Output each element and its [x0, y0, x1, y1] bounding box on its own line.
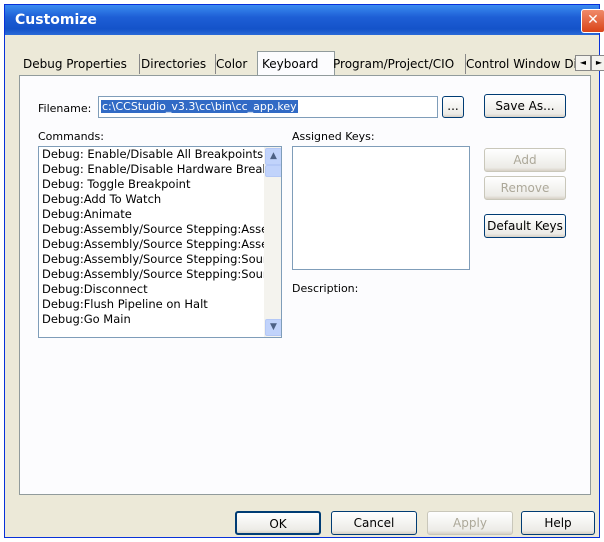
default-keys-button[interactable]: Default Keys — [484, 214, 566, 238]
keyboard-panel: Filename: c:\CCStudio_v3.3\cc\bin\cc_app… — [19, 75, 591, 495]
tab-control-window-display[interactable]: Control Window Di — [462, 54, 582, 74]
command-list-item[interactable]: Debug:Flush Pipeline on Halt — [39, 297, 281, 312]
tab-program-project-cio[interactable]: Program/Project/CIO — [329, 54, 466, 74]
remove-button[interactable]: Remove — [484, 176, 566, 200]
tab-color[interactable]: Color — [212, 54, 260, 74]
commands-list[interactable]: Debug: Enable/Disable All Breakpoints Deb… — [38, 146, 282, 338]
tab-keyboard[interactable]: Keyboard — [257, 51, 335, 76]
close-button[interactable]: ✕ — [581, 9, 604, 33]
window-title: Customize — [15, 12, 97, 28]
command-list-item[interactable]: Debug: Enable/Disable Hardware Breal — [39, 162, 281, 177]
chevron-down-icon: ▼ — [270, 322, 277, 332]
tab-strip: Debug Properties Directories Color Keybo… — [19, 51, 604, 76]
command-list-item[interactable]: Debug:Animate — [39, 207, 281, 222]
scroll-thumb[interactable] — [265, 165, 281, 177]
arrow-left-icon: ◄ — [579, 58, 587, 67]
command-list-item[interactable]: Debug: Toggle Breakpoint — [39, 177, 281, 192]
scroll-down-button[interactable]: ▼ — [265, 319, 281, 336]
apply-button[interactable]: Apply — [427, 511, 513, 535]
description-label: Description: — [292, 282, 359, 295]
command-list-item[interactable]: Debug: Enable/Disable All Breakpoints — [39, 147, 281, 162]
close-icon: ✕ — [587, 12, 599, 28]
save-as-button[interactable]: Save As... — [484, 94, 566, 118]
customize-dialog: Customize ✕ Debug Properties Directories… — [4, 4, 604, 538]
tab-debug-properties[interactable]: Debug Properties — [19, 54, 140, 74]
tab-directories[interactable]: Directories — [137, 54, 216, 74]
command-list-item[interactable]: Debug:Assembly/Source Stepping:Sour — [39, 252, 281, 267]
title-bar[interactable]: Customize ✕ — [5, 5, 604, 35]
command-list-item[interactable]: Debug:Disconnect — [39, 282, 281, 297]
assigned-keys-list[interactable] — [292, 146, 470, 270]
arrow-right-icon: ► — [595, 58, 603, 67]
command-list-item[interactable]: Debug:Assembly/Source Stepping:Sour — [39, 267, 281, 282]
command-list-item[interactable]: Debug:Assembly/Source Stepping:Asse — [39, 222, 281, 237]
commands-rows: Debug: Enable/Disable All Breakpoints Deb… — [39, 147, 281, 327]
tab-scroll-left-button[interactable]: ◄ — [575, 55, 591, 71]
command-list-item[interactable]: Debug:Assembly/Source Stepping:Asse — [39, 237, 281, 252]
scroll-up-button[interactable]: ▲ — [265, 148, 281, 165]
assigned-keys-label: Assigned Keys: — [292, 130, 375, 143]
chevron-up-icon: ▲ — [270, 151, 277, 161]
browse-button[interactable]: ... — [442, 96, 464, 118]
tab-scroll-right-button[interactable]: ► — [591, 55, 604, 71]
commands-scrollbar[interactable]: ▲ ▼ — [264, 147, 281, 337]
filename-input[interactable]: c:\CCStudio_v3.3\cc\bin\cc_app.key — [98, 96, 438, 118]
filename-label: Filename: — [38, 102, 92, 115]
command-list-item[interactable]: Debug:Add To Watch — [39, 192, 281, 207]
command-list-item[interactable]: Debug:Go Main — [39, 312, 281, 327]
commands-label: Commands: — [38, 130, 104, 143]
add-button[interactable]: Add — [484, 148, 566, 172]
filename-value: c:\CCStudio_v3.3\cc\bin\cc_app.key — [101, 100, 298, 113]
help-button[interactable]: Help — [521, 511, 595, 535]
ok-button[interactable]: OK — [235, 511, 321, 535]
cancel-button[interactable]: Cancel — [331, 511, 417, 535]
